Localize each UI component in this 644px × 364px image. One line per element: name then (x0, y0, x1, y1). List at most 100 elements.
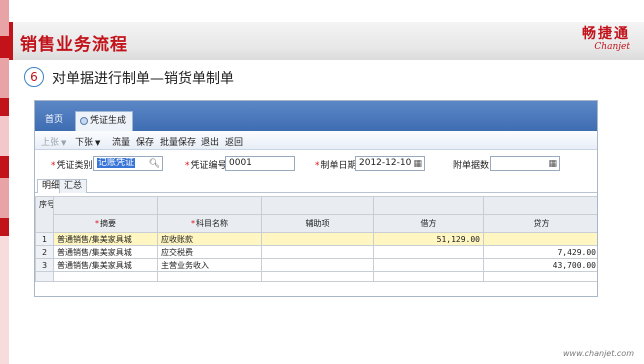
table-row[interactable]: 3 普通销售/集美家具城 主营业务收入 43,700.00 (35, 258, 597, 272)
date-value: 2012-12-10 (359, 158, 412, 168)
attachments-label: 附单据数 (453, 161, 490, 171)
row-seq (35, 271, 54, 282)
column-header-debit[interactable]: 借方 (373, 214, 484, 233)
row-cell[interactable] (53, 271, 158, 282)
voucher-type-field[interactable]: 记账凭证 🔍︎ (93, 156, 163, 171)
date-label-text: 制单日期 (320, 161, 357, 171)
voucher-no-label-text: 凭证编号 (190, 161, 227, 171)
row-summary[interactable]: 普通销售/集美家具城 (53, 258, 158, 272)
row-summary[interactable]: 普通销售/集美家具城 (53, 232, 158, 246)
seq-header: 序号 (35, 196, 54, 233)
calendar-icon[interactable]: ▦ (413, 158, 422, 171)
stripe (0, 178, 9, 218)
tab-voucher-generation-label: 凭证生成 (90, 116, 127, 126)
flow-button[interactable]: 流量 (112, 135, 130, 148)
required-marker: * (191, 219, 195, 228)
logo-en: Chanjet (594, 42, 630, 52)
detail-tabs: 明细 汇总 (35, 178, 597, 193)
column-header-aux[interactable]: 辅助项 (261, 214, 374, 233)
column-header-summary-text: 摘要 (100, 219, 116, 228)
tab-voucher-generation[interactable]: 凭证生成 (75, 111, 134, 131)
calculator-icon[interactable]: ▦ (548, 158, 557, 171)
column-header-credit[interactable]: 贷方 (483, 214, 597, 233)
row-cell[interactable] (483, 271, 597, 282)
row-seq: 3 (35, 258, 54, 272)
date-field[interactable]: 2012-12-10 ▦ (355, 156, 425, 171)
toolbar: 上张 ▼ 下张 ▼ 流量 保存 批量保存 退出 返回 (35, 131, 597, 150)
row-aux[interactable] (261, 245, 374, 259)
row-debit[interactable] (373, 258, 484, 272)
next-button-label: 下张 (75, 138, 94, 148)
voucher-no-field[interactable]: 0001 (225, 156, 295, 171)
row-seq: 2 (35, 245, 54, 259)
required-marker: * (315, 161, 320, 171)
slide-title: 销售业务流程 (20, 35, 128, 55)
row-credit[interactable]: 7,429.00 (483, 245, 597, 259)
voucher-type-value: 记账凭证 (97, 158, 136, 168)
stripe (0, 36, 9, 58)
header-spacer (373, 196, 484, 215)
row-summary[interactable]: 普通销售/集美家具城 (53, 245, 158, 259)
voucher-no-label: *凭证编号 (185, 158, 227, 171)
stripe (0, 156, 9, 178)
column-header-account-text: 科目名称 (196, 219, 228, 228)
row-cell[interactable] (373, 271, 484, 282)
required-marker: * (95, 219, 99, 228)
batch-save-button[interactable]: 批量保存 (160, 135, 196, 148)
brand-logo: 畅捷通 Chanjet (582, 27, 630, 52)
voucher-header-form: *凭证类别 记账凭证 🔍︎ *凭证编号 0001 *制单日期 2012-12-1… (35, 153, 597, 175)
back-button[interactable]: 返回 (225, 135, 243, 148)
header-spacer (53, 196, 158, 215)
table-row[interactable]: 2 普通销售/集美家具城 应交税费 7,429.00 (35, 245, 597, 259)
row-debit[interactable]: 51,129.00 (373, 232, 484, 246)
row-account[interactable]: 应交税费 (157, 245, 262, 259)
stripe (0, 116, 9, 156)
chevron-down-icon: ▼ (95, 139, 101, 147)
row-seq: 1 (35, 232, 54, 246)
row-cell[interactable] (157, 271, 262, 282)
attachments-field[interactable]: ▦ (490, 156, 560, 171)
title-accent-bar (9, 22, 13, 60)
header-spacer (261, 196, 374, 215)
row-credit[interactable]: 43,700.00 (483, 258, 597, 272)
stripe (0, 98, 9, 116)
row-debit[interactable] (373, 245, 484, 259)
chevron-down-icon: ▼ (61, 139, 67, 147)
table-row-empty[interactable] (35, 271, 597, 282)
column-header-summary[interactable]: *摘要 (53, 214, 158, 233)
required-marker: * (51, 161, 56, 171)
date-label: *制单日期 (315, 158, 357, 171)
step-heading: 对单据进行制单—销货单制单 (52, 71, 234, 87)
logo-cn: 畅捷通 (582, 26, 630, 42)
footer-url: www.chanjet.com (562, 349, 634, 358)
row-aux[interactable] (261, 232, 374, 246)
save-button[interactable]: 保存 (136, 135, 154, 148)
document-icon (80, 117, 88, 125)
header-spacer (157, 196, 262, 215)
search-icon[interactable]: 🔍︎ (149, 158, 160, 171)
row-account[interactable]: 主营业务收入 (157, 258, 262, 272)
prev-button[interactable]: 上张 ▼ (41, 135, 66, 148)
step-number-badge: 6 (24, 67, 44, 87)
voucher-type-label-text: 凭证类别 (56, 161, 93, 171)
app-tab-bar: 首页 凭证生成 (35, 101, 597, 131)
next-button[interactable]: 下张 ▼ (75, 135, 100, 148)
stripe (0, 236, 9, 364)
tab-summary[interactable]: 汇总 (59, 179, 88, 193)
tab-home[interactable]: 首页 (39, 111, 69, 131)
slide-side-stripes (0, 0, 9, 364)
table-row[interactable]: 1 普通销售/集美家具城 应收账款 51,129.00 (35, 232, 597, 246)
row-credit[interactable] (483, 232, 597, 246)
exit-button[interactable]: 退出 (201, 135, 219, 148)
header-spacer (483, 196, 597, 215)
stripe (0, 58, 9, 98)
prev-button-label: 上张 (41, 138, 60, 148)
stripe (0, 218, 9, 236)
voucher-entries-table: 序号 *摘要 *科目名称 辅助项 借方 贷方 1 普通销售/集美家具城 应收账款… (35, 196, 597, 282)
stripe (0, 0, 9, 36)
app-window: 首页 凭证生成 上张 ▼ 下张 ▼ 流量 保存 批量保存 退出 返回 *凭证类别 记… (34, 100, 598, 297)
row-aux[interactable] (261, 258, 374, 272)
row-cell[interactable] (261, 271, 374, 282)
row-account[interactable]: 应收账款 (157, 232, 262, 246)
column-header-account[interactable]: *科目名称 (157, 214, 262, 233)
